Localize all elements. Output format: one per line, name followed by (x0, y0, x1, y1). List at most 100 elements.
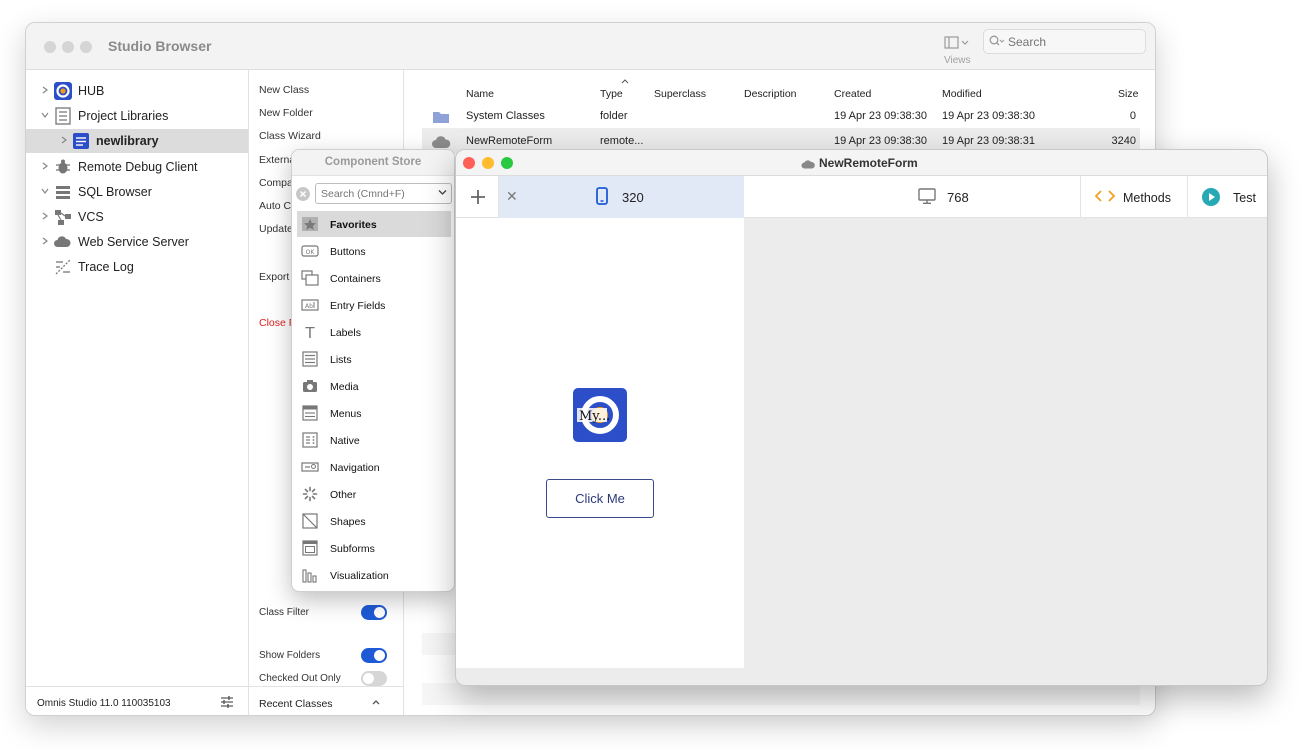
search-input[interactable] (1006, 33, 1142, 50)
search-box[interactable] (983, 29, 1146, 54)
tree-item-sql-browser[interactable]: SQL Browser (26, 180, 248, 204)
tree-item-newlibrary[interactable]: newlibrary (26, 129, 248, 153)
remote-form-window: NewRemoteForm ✕ 320 768 Methods Test My.… (455, 149, 1268, 686)
tree-item-vcs[interactable]: VCS (26, 205, 248, 229)
checked-out-only-toggle[interactable] (361, 671, 387, 686)
clear-search-icon[interactable] (296, 187, 310, 201)
desktop-width-label[interactable]: 768 (947, 190, 969, 205)
component-category-lists[interactable]: Lists (297, 346, 451, 372)
table-row[interactable]: System Classes folder 19 Apr 23 09:38:30… (422, 104, 1140, 129)
show-folders-toggle[interactable] (361, 648, 387, 663)
component-category-favorites[interactable]: Favorites (297, 211, 451, 237)
chevron-right-icon[interactable] (40, 236, 50, 246)
cell-type: folder (600, 110, 628, 122)
methods-label: Methods (1123, 191, 1171, 205)
minimize-window-button[interactable] (62, 41, 74, 53)
column-header-created[interactable]: Created (834, 88, 871, 100)
tree-item-trace-log[interactable]: Trace Log (26, 255, 248, 279)
component-category-labels[interactable]: T Labels (297, 319, 451, 345)
titlebar: Studio Browser Views (26, 23, 1155, 70)
zoom-window-button[interactable] (80, 41, 92, 53)
trace-log-icon (55, 259, 71, 275)
category-label: Lists (330, 354, 352, 366)
views-button[interactable] (944, 35, 972, 55)
column-header-modified[interactable]: Modified (942, 88, 982, 100)
chevron-down-icon[interactable] (438, 189, 447, 196)
update-action[interactable]: Update (259, 223, 293, 235)
cell-size: 3240 (1111, 135, 1136, 147)
component-category-entry-fields[interactable]: Ab Entry Fields (297, 292, 451, 318)
mobile-layout-tab[interactable]: ✕ 320 (499, 176, 744, 218)
chevron-right-icon[interactable] (40, 211, 50, 221)
sort-ascending-icon (621, 79, 629, 84)
component-category-buttons[interactable]: OK Buttons (297, 238, 451, 264)
titlebar: NewRemoteForm (456, 150, 1267, 176)
window-title-group: NewRemoteForm (801, 156, 918, 170)
cell-modified: 19 Apr 23 09:38:30 (942, 110, 1035, 122)
menu-icon (302, 405, 318, 421)
tree-item-remote-debug-client[interactable]: Remote Debug Client (26, 155, 248, 179)
cloud-icon (801, 160, 815, 169)
column-header-name[interactable]: Name (466, 88, 494, 100)
component-category-navigation[interactable]: Navigation (297, 454, 451, 480)
desktop-monitor-icon[interactable] (918, 187, 936, 205)
tree-item-hub[interactable]: HUB (26, 79, 248, 103)
component-category-native[interactable]: Native (297, 427, 451, 453)
component-category-menus[interactable]: Menus (297, 400, 451, 426)
chevron-right-icon[interactable] (40, 85, 50, 95)
close-window-button[interactable] (463, 157, 475, 169)
zoom-window-button[interactable] (501, 157, 513, 169)
mobile-phone-icon (596, 187, 608, 205)
new-class-action[interactable]: New Class (259, 84, 309, 96)
cloud-icon (54, 236, 71, 247)
column-header-description[interactable]: Description (744, 88, 797, 100)
form-design-canvas[interactable]: My... Click Me (456, 218, 744, 668)
tree-item-web-service-server[interactable]: Web Service Server (26, 230, 248, 254)
component-search-input[interactable] (319, 186, 431, 201)
minimize-window-button[interactable] (482, 157, 494, 169)
component-category-other[interactable]: Other (297, 481, 451, 507)
chart-icon (302, 569, 317, 583)
recent-classes-bar[interactable]: Recent Classes (249, 686, 403, 715)
chevron-up-icon[interactable] (371, 698, 381, 706)
tree-label: newlibrary (96, 134, 159, 148)
methods-button[interactable]: Methods (1080, 176, 1187, 218)
component-category-containers[interactable]: Containers (297, 265, 451, 291)
compare-action[interactable]: Compa (259, 177, 293, 189)
add-layout-button[interactable] (456, 176, 499, 218)
click-me-button[interactable]: Click Me (546, 479, 654, 518)
class-filter-toggle[interactable] (361, 605, 387, 620)
class-wizard-action[interactable]: Class Wizard (259, 130, 321, 142)
component-category-visualization[interactable]: Visualization (297, 562, 451, 588)
ok-button-icon: OK (301, 245, 319, 257)
chevron-right-icon[interactable] (59, 135, 69, 145)
component-category-media[interactable]: Media (297, 373, 451, 399)
component-store-title: Component Store (292, 150, 454, 176)
column-header-size[interactable]: Size (1118, 88, 1138, 100)
new-folder-action[interactable]: New Folder (259, 107, 313, 119)
settings-sliders-icon[interactable] (220, 695, 234, 709)
chevron-down-icon[interactable] (40, 186, 50, 196)
close-icon[interactable]: ✕ (506, 188, 518, 205)
plus-icon (471, 190, 485, 204)
close-window-button[interactable] (44, 41, 56, 53)
chevron-right-icon[interactable] (40, 161, 50, 171)
window-title: NewRemoteForm (819, 156, 918, 170)
auto-class-action[interactable]: Auto Cl (259, 200, 293, 212)
recent-classes-label: Recent Classes (259, 698, 333, 710)
native-icon (302, 432, 318, 448)
component-search-box[interactable] (315, 183, 452, 204)
column-header-type[interactable]: Type (600, 88, 623, 100)
export-action[interactable]: Export (259, 271, 289, 283)
tree-label: HUB (78, 84, 105, 98)
column-header-superclass[interactable]: Superclass (654, 88, 706, 100)
component-category-shapes[interactable]: Shapes (297, 508, 451, 534)
chevron-down-icon[interactable] (40, 110, 50, 120)
component-category-subforms[interactable]: Subforms (297, 535, 451, 561)
external-action[interactable]: Externa (259, 154, 295, 166)
app-logo-image[interactable]: My... (573, 388, 627, 442)
empty-row (422, 683, 1140, 705)
test-button[interactable]: Test (1187, 176, 1267, 218)
tree-item-project-libraries[interactable]: Project Libraries (26, 104, 248, 128)
logo-overlay-text: My... (579, 409, 610, 424)
